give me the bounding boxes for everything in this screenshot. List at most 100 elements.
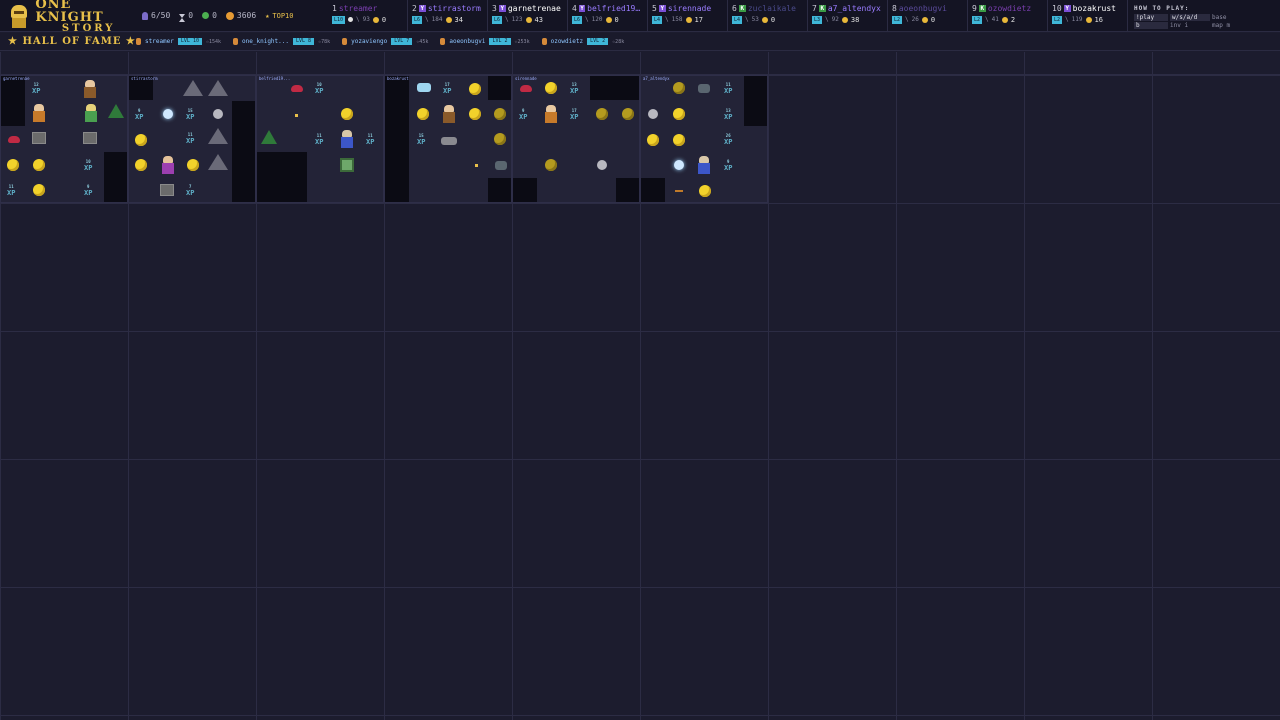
coin-icon <box>673 108 685 120</box>
key-play: !play <box>1134 14 1168 21</box>
leaderboard-entry[interactable]: 4 Ybelfried19... L6 \ 120 0 <box>568 0 648 31</box>
game-world[interactable]: garnetrenae 12 XP 10 XP 11 XP 9 XP stirrasto… <box>0 52 1280 720</box>
hof-level: LVL 7 <box>391 38 413 45</box>
medal-icon <box>136 38 141 45</box>
leader-coins: 0 <box>930 15 936 24</box>
coin-icon <box>545 159 557 171</box>
level-badge: L4 <box>652 15 663 24</box>
player-zone: garnetrenae 12 XP 10 XP 11 XP 9 XP <box>0 75 128 203</box>
server-stats: 6/50 0 0 3606 ★ TOP10 <box>142 11 328 22</box>
xp-orb: 11 XP <box>315 133 324 146</box>
coin-icon <box>469 83 481 95</box>
leader-rank: 6 <box>732 3 737 13</box>
leaderboard-entry[interactable]: 6 Kzuclaikale L4 \ 53 0 <box>728 0 808 31</box>
leader-coins: 38 <box>850 15 860 24</box>
leader-coins: 43 <box>534 15 543 24</box>
players-count: 6/50 <box>151 11 171 20</box>
hof-level: LVL 2 <box>587 38 609 45</box>
leaderboard-entry[interactable]: 10 Ybozakrust L2 \ 119 16 <box>1048 0 1128 31</box>
coin-icon <box>596 108 608 120</box>
coin-icon <box>685 16 692 23</box>
coin-icon <box>33 159 45 171</box>
leader-name: a7_altendyx <box>827 3 881 13</box>
leaderboard-entry[interactable]: 7 Ka7_altendyx L3 \ 92 38 <box>808 0 888 31</box>
mountain-icon <box>208 80 228 96</box>
coin-icon <box>673 134 685 146</box>
score-icon: \ <box>825 16 829 23</box>
leader-score: 41 <box>991 16 999 23</box>
leader-name: garnetrenae <box>507 3 561 13</box>
tier-badge: Y <box>658 4 666 12</box>
hof-score: ☆154k <box>205 38 222 45</box>
level-badge: L2 <box>972 15 983 24</box>
leader-rank: 2 <box>412 3 417 13</box>
level-badge: L2 <box>1052 15 1063 24</box>
leaderboard-entry[interactable]: 5 Ysirennade L4 \ 158 17 <box>648 0 728 31</box>
player-zone: belfried19... 10 XP 11 XP 11 XP <box>256 75 384 203</box>
coin-icon <box>673 82 685 94</box>
leaderboard-entry[interactable]: 3 Ygarnetrenae L6 \ 123 43 <box>488 0 568 31</box>
skull-icon <box>348 17 354 22</box>
leaderboard-entry[interactable]: 1 streamer L10 \ 93 0 <box>328 0 408 31</box>
hourglass-icon <box>179 13 186 22</box>
tier-badge: Y <box>578 4 586 12</box>
time-stat: 0 <box>179 11 193 22</box>
key-b: b <box>1134 22 1168 29</box>
bat-enemy <box>291 85 303 92</box>
xp-orb: 11 XP <box>366 133 375 146</box>
xp-orb: 9 XP <box>724 159 733 172</box>
level-badge: L6 <box>412 15 423 24</box>
stone-orb <box>648 109 658 119</box>
leader-rank: 7 <box>812 3 817 13</box>
leader-rank: 4 <box>572 3 577 13</box>
leader-name: sirennade <box>667 3 712 13</box>
chest-icon <box>160 184 174 196</box>
top-bar: ONE KNIGHT STORY 6/50 0 0 3606 ★ TOP10 1s… <box>0 0 1280 33</box>
leaderboard-entry[interactable]: 9 Kozowdietz L2 \ 41 2 <box>968 0 1048 31</box>
hof-name: one_knight... <box>242 38 289 45</box>
xp-orb: 15 XP <box>417 133 426 146</box>
brand-logo: ONE KNIGHT STORY <box>0 0 142 33</box>
leader-coins: 0 <box>614 15 619 24</box>
tier-badge: Y <box>1063 4 1071 12</box>
coin-icon <box>469 108 481 120</box>
coin-icon <box>445 16 452 23</box>
leader-score: 120 <box>591 16 603 23</box>
score-icon: \ <box>425 16 429 23</box>
tier-badge: K <box>818 4 826 12</box>
zone-label: garnetrenae <box>3 76 30 81</box>
leader-coins: 2 <box>1010 15 1016 24</box>
leaderboard-entry[interactable]: 8 aoeonbugvi L2 \ 26 0 <box>888 0 968 31</box>
key-base: base <box>1212 14 1227 21</box>
coin-icon <box>341 108 353 120</box>
zone-label: bozakrust <box>387 76 409 81</box>
leader-name: zuclaikale <box>747 3 796 13</box>
score-icon: \ <box>745 16 749 23</box>
player-knight <box>84 104 98 122</box>
leader-coins: 0 <box>381 15 387 24</box>
coin-icon <box>1085 16 1092 23</box>
kills-value: 0 <box>212 11 217 20</box>
hof-name: aoeonbugvi <box>449 38 486 45</box>
coin-icon <box>494 133 506 145</box>
hof-name: yozaviengo <box>351 38 388 45</box>
spark-icon <box>475 164 478 167</box>
xp-orb: 17 XP <box>570 108 579 121</box>
leader-name: streamer <box>338 3 378 13</box>
level-badge: L6 <box>492 15 503 24</box>
tier-badge: K <box>978 4 986 12</box>
coin-icon <box>647 134 659 146</box>
coin-icon <box>187 159 199 171</box>
key-map: map m <box>1212 22 1231 29</box>
coin-icon <box>699 185 711 197</box>
hof-level: LVL 2 <box>489 38 511 45</box>
tier-badge: K <box>738 4 746 12</box>
xp-orb: 15 XP <box>186 108 195 121</box>
player-knight <box>442 105 456 123</box>
score-icon: \ <box>665 16 669 23</box>
score-icon: \ <box>505 16 509 23</box>
stick-item <box>675 190 683 192</box>
leader-score: 92 <box>831 16 839 23</box>
leaderboard-entry[interactable]: 2 Ystirrastorm L6 \ 184 34 <box>408 0 488 31</box>
chest-icon <box>32 132 46 144</box>
